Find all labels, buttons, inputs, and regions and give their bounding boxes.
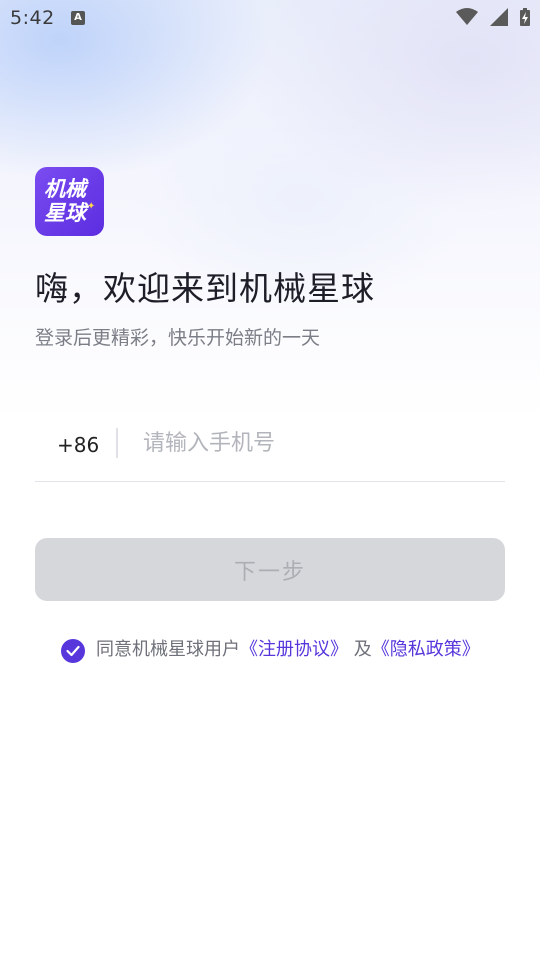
logo-text-line2: 星球	[44, 201, 86, 225]
battery-icon	[520, 8, 530, 26]
wifi-icon	[455, 8, 478, 25]
system-icons	[450, 8, 530, 28]
agreement-checkbox[interactable]	[61, 639, 85, 663]
logo-star-icon: ✦	[87, 201, 96, 212]
status-bar: 5:42 A	[0, 0, 540, 36]
logo-text-line1: 机械	[44, 177, 86, 201]
terms-link[interactable]: 《注册协议》	[240, 639, 348, 660]
app-logo: 机械 星球 ✦	[35, 167, 104, 236]
page-title: 嗨，欢迎来到机械星球	[35, 269, 375, 308]
input-divider	[116, 428, 118, 458]
country-code-selector[interactable]: +86	[57, 433, 99, 457]
next-step-button[interactable]: 下一步	[35, 538, 505, 601]
agreement-text: 同意机械星球用户《注册协议》 及《隐私政策》	[96, 638, 480, 662]
privacy-link[interactable]: 《隐私政策》	[372, 639, 480, 660]
page-subtitle: 登录后更精彩，快乐开始新的一天	[35, 327, 321, 349]
signal-icon	[489, 8, 508, 26]
phone-number-input[interactable]	[143, 425, 493, 461]
notification-icon: A	[71, 11, 85, 25]
agreement-conjunction: 及	[348, 639, 372, 660]
status-time: 5:42	[10, 7, 55, 29]
phone-input-row: +86	[35, 415, 505, 482]
checkmark-icon	[66, 645, 80, 657]
agreement-prefix: 同意机械星球用户	[96, 639, 240, 660]
